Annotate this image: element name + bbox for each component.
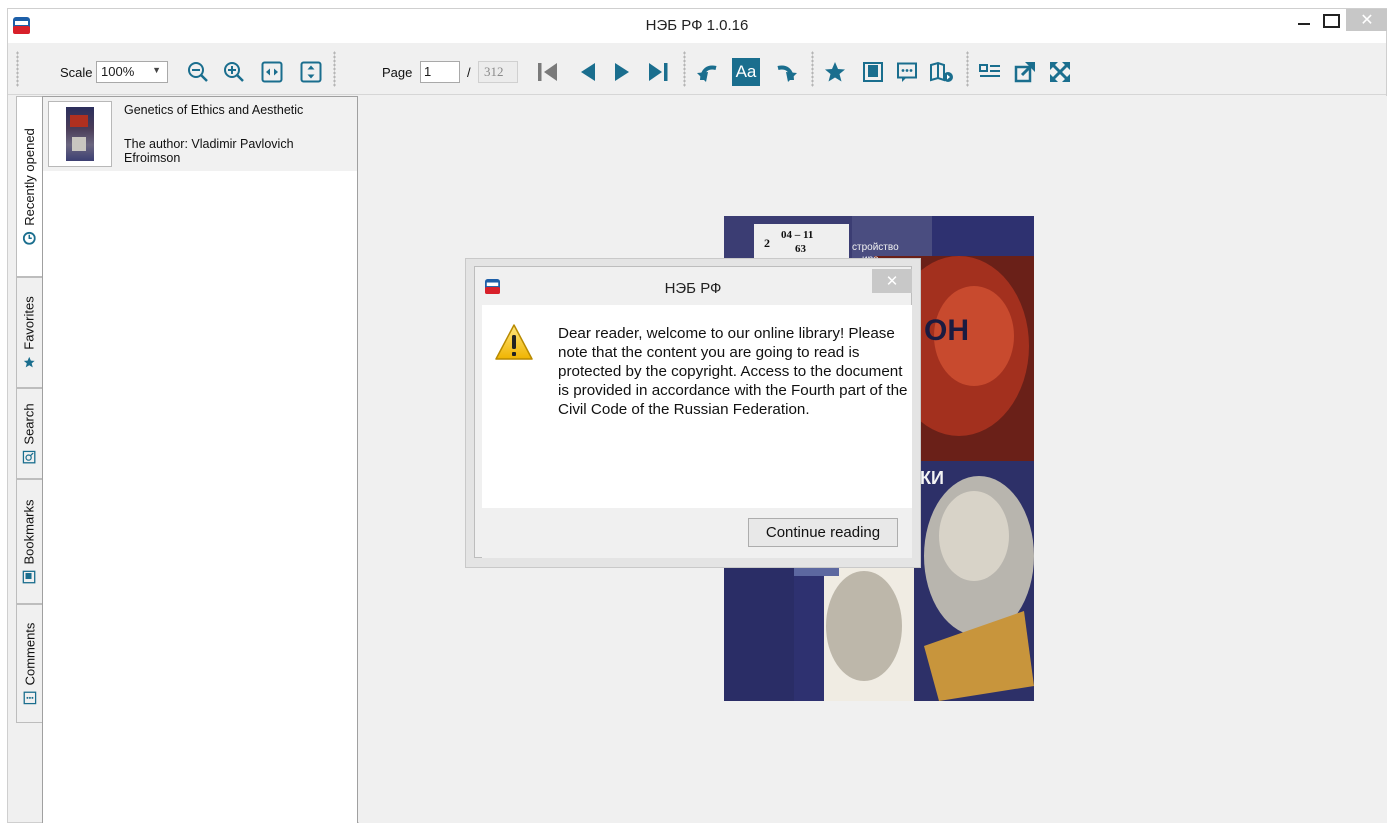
fullscreen-icon[interactable] bbox=[1046, 58, 1074, 86]
cover-mid-letters: КИ bbox=[920, 468, 944, 488]
prev-page-icon[interactable] bbox=[574, 58, 602, 86]
tab-recently-opened[interactable]: Recently opened bbox=[16, 96, 42, 277]
window-title: НЭБ РФ 1.0.16 bbox=[645, 17, 749, 34]
scale-value: 100% bbox=[101, 64, 135, 79]
toolbar-grip[interactable] bbox=[811, 51, 814, 87]
cover-code-bottom: 63 bbox=[795, 243, 806, 255]
fit-width-icon[interactable] bbox=[258, 58, 286, 86]
cover-side-text-1: стройство bbox=[852, 242, 899, 253]
toolbar-grip[interactable] bbox=[683, 51, 686, 87]
recently-opened-panel: Genetics of Ethics and Aesthetic The aut… bbox=[42, 96, 358, 823]
tab-label: Recently opened bbox=[22, 128, 38, 226]
comment-icon[interactable] bbox=[893, 58, 921, 86]
table-of-contents-icon[interactable] bbox=[976, 58, 1004, 86]
cover-code-top: 04 – 11 bbox=[781, 229, 814, 241]
last-page-icon[interactable] bbox=[644, 58, 672, 86]
comment-icon bbox=[23, 691, 36, 705]
dialog-message: Dear reader, welcome to our online libra… bbox=[558, 325, 908, 418]
book-thumbnail bbox=[48, 101, 112, 167]
cover-image bbox=[66, 107, 94, 161]
minimize-button[interactable] bbox=[1291, 9, 1317, 33]
side-tabs: Recently opened Favorites Search Bookmar… bbox=[16, 96, 42, 741]
bookmark-icon bbox=[23, 570, 36, 584]
search-icon bbox=[23, 450, 36, 464]
clock-icon bbox=[23, 231, 36, 245]
toolbar-grip[interactable] bbox=[966, 51, 969, 87]
page-total: 312 bbox=[478, 61, 518, 83]
cover-code-left: 2 bbox=[764, 236, 770, 250]
dialog-title-bar: НЭБ РФ ✕ bbox=[475, 267, 912, 303]
book-author: The author: Vladimir Pavlovich Efroimson bbox=[124, 137, 294, 165]
tab-search[interactable]: Search bbox=[16, 388, 42, 479]
scale-dropdown[interactable]: 100% ▼ bbox=[96, 61, 168, 83]
tab-comments[interactable]: Comments bbox=[16, 604, 42, 723]
page-separator: / bbox=[467, 65, 471, 80]
tab-bookmarks[interactable]: Bookmarks bbox=[16, 479, 42, 604]
zoom-out-icon[interactable] bbox=[184, 58, 212, 86]
continue-reading-button[interactable]: Continue reading bbox=[748, 518, 898, 547]
tab-label: Bookmarks bbox=[22, 499, 37, 565]
toolbar-grip[interactable] bbox=[16, 51, 19, 87]
open-external-icon[interactable] bbox=[1011, 58, 1039, 86]
rotate-right-icon[interactable] bbox=[770, 58, 798, 86]
dialog-body: Dear reader, welcome to our online libra… bbox=[482, 305, 912, 508]
text-mode-button[interactable]: Aa bbox=[732, 58, 760, 86]
book-export-icon[interactable] bbox=[928, 58, 956, 86]
zoom-in-icon[interactable] bbox=[220, 58, 248, 86]
maximize-button[interactable] bbox=[1318, 9, 1344, 33]
scale-label: Scale bbox=[60, 65, 93, 80]
list-item[interactable]: Genetics of Ethics and Aesthetic The aut… bbox=[43, 97, 357, 171]
warning-icon bbox=[495, 324, 533, 360]
dialog-footer: Continue reading bbox=[482, 508, 912, 558]
dialog-title: НЭБ РФ bbox=[664, 280, 722, 297]
tab-label: Search bbox=[22, 403, 38, 445]
star-icon[interactable] bbox=[821, 58, 849, 86]
tab-favorites[interactable]: Favorites bbox=[16, 277, 42, 388]
chevron-down-icon: ▼ bbox=[152, 65, 161, 75]
bookmark-icon[interactable] bbox=[859, 58, 887, 86]
rotate-left-icon[interactable] bbox=[696, 58, 724, 86]
first-page-icon[interactable] bbox=[534, 58, 562, 86]
dialog-close-button[interactable]: ✕ bbox=[872, 269, 912, 293]
cover-big-letters: ОН bbox=[924, 314, 969, 347]
toolbar: Scale 100% ▼ Page 1 / 312 Aa bbox=[8, 43, 1386, 95]
fit-height-icon[interactable] bbox=[297, 58, 325, 86]
title-bar: НЭБ РФ 1.0.16 ✕ bbox=[8, 9, 1387, 43]
tab-label: Comments bbox=[22, 622, 38, 686]
page-number-input[interactable]: 1 bbox=[420, 61, 460, 83]
close-window-button[interactable]: ✕ bbox=[1346, 9, 1387, 31]
book-title: Genetics of Ethics and Aesthetic bbox=[124, 103, 304, 117]
page-label: Page bbox=[382, 65, 413, 80]
copyright-dialog: НЭБ РФ ✕ Dear reader, welcome to our onl… bbox=[474, 266, 912, 558]
toolbar-grip[interactable] bbox=[333, 51, 336, 87]
next-page-icon[interactable] bbox=[608, 58, 636, 86]
tab-label: Favorites bbox=[22, 296, 37, 350]
star-icon bbox=[23, 356, 36, 369]
